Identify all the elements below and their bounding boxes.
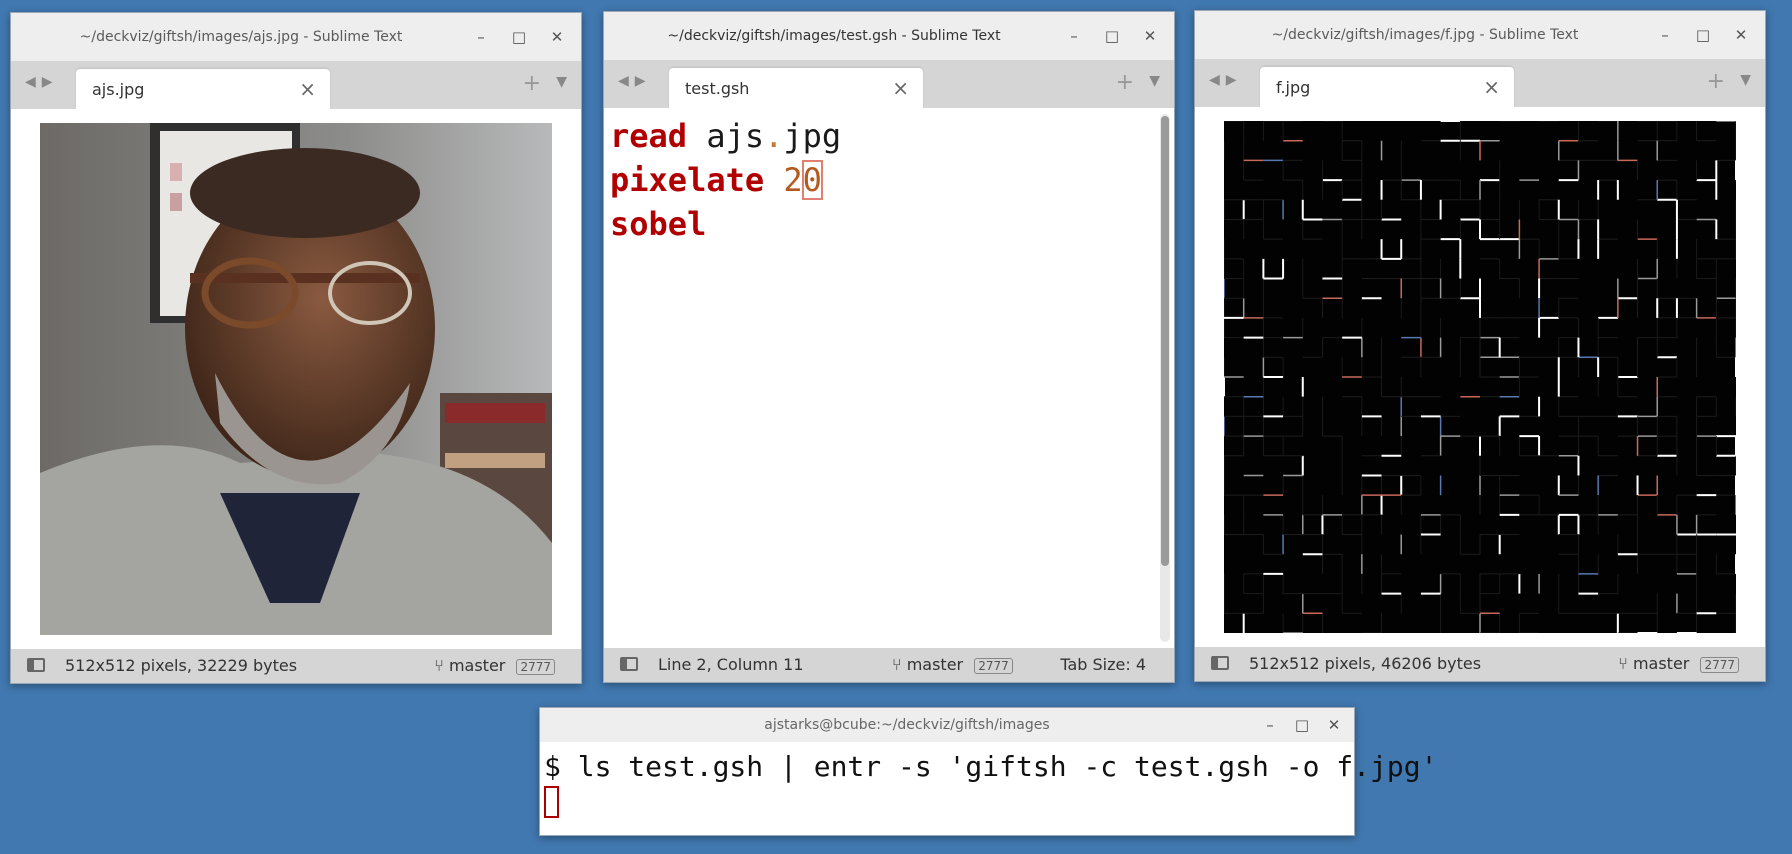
status-bar: Line 2, Column 11 ⑂ master 2777 Tab Size… <box>604 648 1174 682</box>
image-info: 512x512 pixels, 46206 bytes <box>1249 654 1482 673</box>
tab-test-gsh[interactable]: test.gsh × <box>669 68 923 108</box>
tab-label: test.gsh <box>685 79 750 98</box>
image-view <box>11 109 581 649</box>
terminal-window: ajstarks@bcube:~/deckviz/giftsh/images –… <box>539 707 1437 836</box>
tab-label: f.jpg <box>1276 78 1311 97</box>
code-line-3: sobel <box>610 202 841 246</box>
window-title: ~/deckviz/giftsh/images/test.gsh - Subli… <box>667 28 1001 44</box>
git-branch[interactable]: ⑂ master 2777 <box>434 656 555 675</box>
titlebar[interactable]: ~/deckviz/giftsh/images/f.jpg - Sublime … <box>1195 11 1765 60</box>
sobel-edge-image <box>1223 120 1737 634</box>
tab-close-icon[interactable]: × <box>1483 75 1500 99</box>
window-ajs-jpg: ~/deckviz/giftsh/images/ajs.jpg - Sublim… <box>10 12 582 684</box>
window-test-gsh: ~/deckviz/giftsh/images/test.gsh - Subli… <box>603 11 1175 683</box>
commit-count-badge: 2777 <box>1700 657 1739 673</box>
close-icon[interactable]: ✕ <box>1140 26 1160 46</box>
branch-name: master <box>448 656 506 675</box>
tab-ajs-jpg[interactable]: ajs.jpg × <box>76 69 330 109</box>
filename-dot: . <box>764 117 784 155</box>
new-tab-icon[interactable]: + <box>1116 70 1134 95</box>
minimize-icon[interactable]: – <box>471 27 491 47</box>
image-info: 512x512 pixels, 32229 bytes <box>65 656 298 675</box>
titlebar[interactable]: ~/deckviz/giftsh/images/ajs.jpg - Sublim… <box>11 13 581 62</box>
commit-count-badge: 2777 <box>516 659 555 675</box>
branch-icon: ⑂ <box>1618 654 1628 673</box>
number-digit: 2 <box>783 161 803 199</box>
window-title: ~/deckviz/giftsh/images/ajs.jpg - Sublim… <box>79 29 403 45</box>
tab-close-icon[interactable]: × <box>892 76 909 100</box>
status-bar: 512x512 pixels, 32229 bytes ⑂ master 277… <box>11 649 581 683</box>
terminal-title: ajstarks@bcube:~/deckviz/giftsh/images <box>764 717 1050 733</box>
maximize-icon[interactable]: □ <box>1292 715 1312 735</box>
maximize-icon[interactable]: □ <box>1693 25 1713 45</box>
tab-strip: ◀▶ ajs.jpg × + ▼ <box>11 61 581 109</box>
nav-arrows-icon[interactable]: ◀▶ <box>1209 72 1243 88</box>
new-tab-icon[interactable]: + <box>1707 69 1725 94</box>
commit-count-badge: 2777 <box>974 658 1013 674</box>
scrollbar-thumb[interactable] <box>1161 116 1169 566</box>
sidebar-toggle-icon[interactable] <box>27 658 45 672</box>
maximize-icon[interactable]: □ <box>1102 26 1122 46</box>
git-branch[interactable]: ⑂ master 2777 <box>1618 654 1739 673</box>
minimize-icon[interactable]: – <box>1260 715 1280 735</box>
code-line-1: read ajs.jpg <box>610 114 841 158</box>
tab-strip: ◀▶ f.jpg × + ▼ <box>1195 59 1765 107</box>
close-icon[interactable]: ✕ <box>547 27 567 47</box>
tab-size[interactable]: Tab Size: 4 <box>1060 655 1146 674</box>
maximize-icon[interactable]: □ <box>509 27 529 47</box>
filename-part: ajs <box>706 117 765 155</box>
status-bar: 512x512 pixels, 46206 bytes ⑂ master 277… <box>1195 647 1765 681</box>
code-line-2: pixelate 20 <box>610 158 841 202</box>
tab-close-icon[interactable]: × <box>299 77 316 101</box>
terminal-titlebar[interactable]: ajstarks@bcube:~/deckviz/giftsh/images –… <box>540 708 1354 743</box>
cursor-position[interactable]: Line 2, Column 11 <box>658 655 804 674</box>
window-f-jpg: ~/deckviz/giftsh/images/f.jpg - Sublime … <box>1194 10 1766 682</box>
nav-arrows-icon[interactable]: ◀▶ <box>25 74 59 90</box>
terminal-cursor <box>544 786 559 818</box>
new-tab-icon[interactable]: + <box>523 71 541 96</box>
minimize-icon[interactable]: – <box>1655 25 1675 45</box>
code-editor[interactable]: read ajs.jpg pixelate 20 sobel <box>604 108 1174 648</box>
titlebar[interactable]: ~/deckviz/giftsh/images/test.gsh - Subli… <box>604 12 1174 61</box>
tab-label: ajs.jpg <box>92 80 145 99</box>
branch-name: master <box>906 655 964 674</box>
nav-arrows-icon[interactable]: ◀▶ <box>618 73 652 89</box>
vertical-scrollbar[interactable] <box>1160 114 1170 642</box>
git-branch[interactable]: ⑂ master 2777 <box>892 655 1013 674</box>
window-title: ~/deckviz/giftsh/images/f.jpg - Sublime … <box>1271 27 1579 43</box>
minimize-icon[interactable]: – <box>1064 26 1084 46</box>
sidebar-toggle-icon[interactable] <box>620 657 638 671</box>
tab-menu-icon[interactable]: ▼ <box>1149 73 1160 89</box>
branch-icon: ⑂ <box>434 656 444 675</box>
code-text[interactable]: read ajs.jpg pixelate 20 sobel <box>610 114 841 246</box>
branch-name: master <box>1632 654 1690 673</box>
tab-f-jpg[interactable]: f.jpg × <box>1260 67 1514 107</box>
tab-strip: ◀▶ test.gsh × + ▼ <box>604 60 1174 108</box>
text-cursor-digit: 0 <box>801 160 823 200</box>
terminal-body[interactable]: $ ls test.gsh | entr -s 'giftsh -c test.… <box>540 742 1437 835</box>
filename-ext: jpg <box>783 117 842 155</box>
tab-menu-icon[interactable]: ▼ <box>1740 72 1751 88</box>
close-icon[interactable]: ✕ <box>1731 25 1751 45</box>
tab-menu-icon[interactable]: ▼ <box>556 74 567 90</box>
image-view <box>1195 107 1765 647</box>
keyword-pixelate: pixelate <box>610 161 765 199</box>
portrait-image <box>40 123 552 635</box>
edge-lines <box>1223 120 1737 634</box>
keyword-read: read <box>610 117 688 155</box>
branch-icon: ⑂ <box>892 655 902 674</box>
keyword-sobel: sobel <box>610 205 707 243</box>
close-icon[interactable]: ✕ <box>1324 715 1344 735</box>
terminal-command: $ ls test.gsh | entr -s 'giftsh -c test.… <box>544 750 1438 783</box>
sidebar-toggle-icon[interactable] <box>1211 656 1229 670</box>
